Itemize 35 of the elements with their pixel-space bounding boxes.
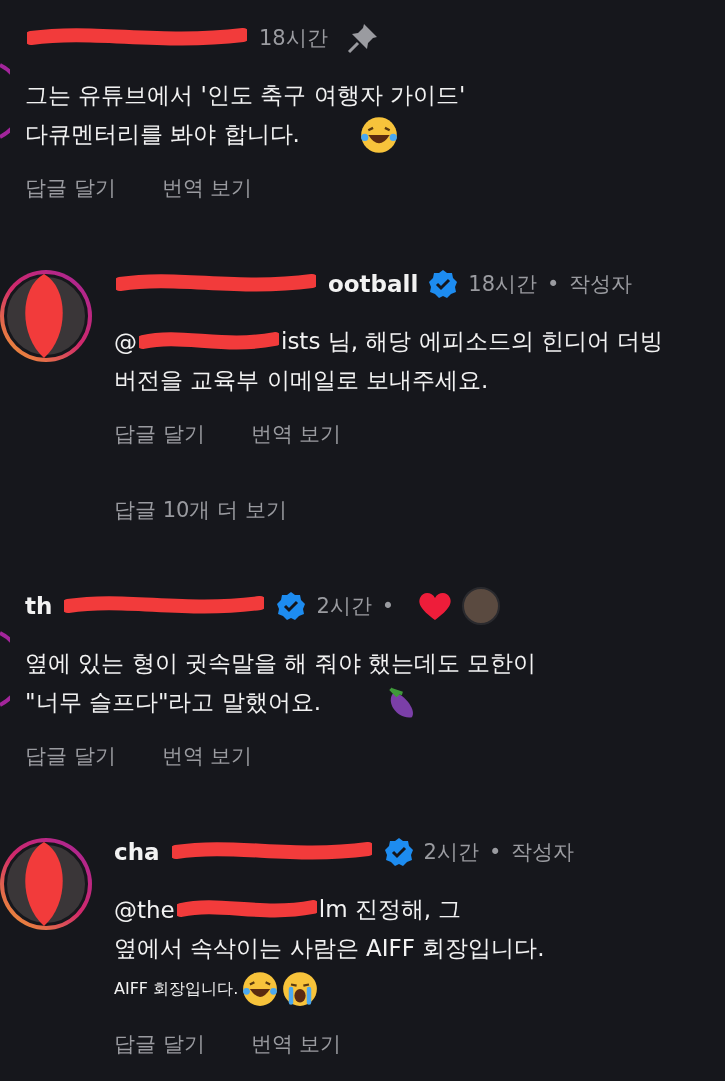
comment-meta: • xyxy=(488,840,502,864)
comment-action-link[interactable]: 답글 달기 xyxy=(114,1030,205,1058)
comment-action-link[interactable]: 번역 보기 xyxy=(250,1030,342,1058)
comment-action-link[interactable]: 번역 보기 xyxy=(161,742,253,770)
comment-meta: • xyxy=(381,594,395,618)
comment-text: @the xyxy=(114,896,175,923)
username[interactable]: th xyxy=(25,593,53,619)
comment-meta: 작성자 xyxy=(569,271,633,298)
comment-text: 그는 유튜브에서 '인도 축구 여행자 가이드' xyxy=(25,81,466,110)
comment-meta: 2시간 xyxy=(423,839,479,866)
comment-text: 옆에서 속삭이는 사람은 AIFF 회장입니다. xyxy=(114,934,545,963)
username[interactable]: cha xyxy=(114,839,160,865)
comment-action-link[interactable]: 답글 달기 xyxy=(25,742,116,770)
username[interactable]: ootball xyxy=(328,271,419,297)
comment-action-link[interactable]: 답글 달기 xyxy=(25,174,116,202)
comment-text: 옆에 있는 형이 귓속말을 해 줘야 했는데도 모한이 xyxy=(25,649,537,678)
comment-meta: 2시간 xyxy=(316,593,372,620)
laughing-emoji-icon xyxy=(242,971,279,1007)
comment-action-link[interactable]: 답글 달기 xyxy=(114,420,205,448)
comment-text: ists 님, 해당 에피소드의 힌디어 더빙 xyxy=(281,327,664,356)
comment-text: "너무 슬프다"라고 말했어요. xyxy=(25,688,322,717)
comment-action-link[interactable]: 번역 보기 xyxy=(161,174,253,202)
comment-text: 다큐멘터리를 봐야 합니다. xyxy=(25,120,300,149)
avatar-placeholder xyxy=(462,587,501,625)
comment-meta: 18시간 xyxy=(468,271,538,298)
comment-meta: • xyxy=(547,272,560,296)
comment-text: 버전을 교육부 이메일로 보내주세요. xyxy=(114,366,489,395)
comment-text: @ xyxy=(114,328,137,355)
comment-meta: 18시간 xyxy=(259,25,328,52)
crying-emoji-icon xyxy=(282,971,319,1007)
comment-text: AIFF 회장입니다. xyxy=(114,978,239,1000)
view-more-replies-link[interactable]: 답글 10개 더 보기 xyxy=(114,496,664,524)
comment-meta: 작성자 xyxy=(511,839,575,866)
comment-text: lm 진정해, 그 xyxy=(318,895,462,924)
comment-action-link[interactable]: 번역 보기 xyxy=(250,420,342,448)
